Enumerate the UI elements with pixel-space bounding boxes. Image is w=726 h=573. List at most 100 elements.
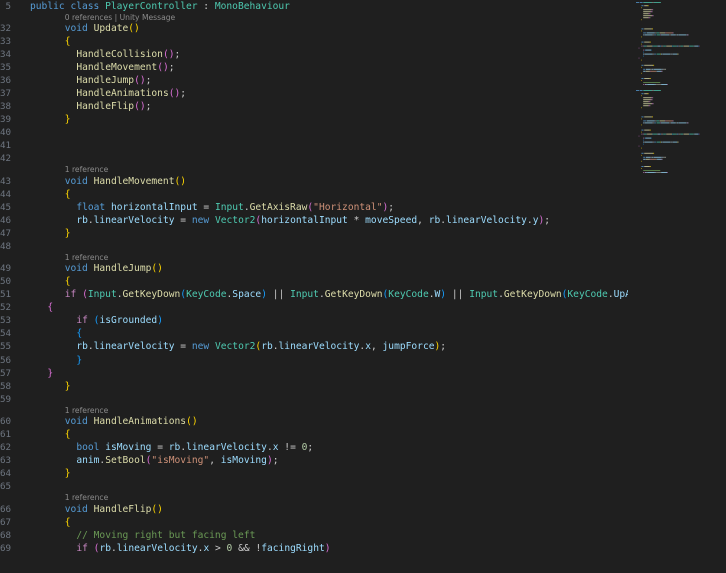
code-line[interactable]: 47} [0, 227, 628, 240]
code-line[interactable]: 37 HandleAnimations(); [0, 87, 628, 100]
code-line[interactable]: 39} [0, 113, 628, 126]
code-line[interactable]: 34 HandleCollision(); [0, 48, 628, 61]
code-line[interactable]: 59 [0, 393, 628, 406]
code-editor[interactable]: 5 public class PlayerController : MonoBeh… [0, 0, 628, 573]
minimap-mark [644, 64, 653, 66]
minimap-mark [643, 17, 649, 19]
code-line[interactable]: 33 { [0, 35, 628, 48]
code-line[interactable]: 52 { [0, 301, 628, 314]
minimap[interactable] [628, 0, 726, 573]
code-line[interactable]: 54 { [0, 327, 628, 340]
code-token: rb [261, 341, 273, 353]
code-lens-references[interactable]: 1 reference [65, 406, 109, 416]
code-line[interactable]: 69 if (rb.linearVelocity.x > 0 && !facing… [0, 542, 628, 555]
code-line[interactable]: 60 void HandleAnimations() [0, 415, 628, 428]
code-token: bool [76, 442, 100, 454]
code-line[interactable]: 35 HandleMovement(); [0, 61, 628, 74]
code-lens-references[interactable]: 1 reference [65, 165, 109, 175]
minimap-mark [644, 116, 652, 118]
minimap-mark [678, 122, 679, 124]
code-line[interactable]: 67 { [0, 516, 628, 529]
code-line[interactable]: 5 public class PlayerController : MonoBeh… [0, 0, 628, 13]
minimap-mark [643, 170, 661, 171]
code-token: } [64, 227, 71, 239]
minimap-mark [667, 172, 668, 173]
code-line[interactable]: 40 [0, 126, 628, 139]
code-lens-references[interactable]: 1 reference [65, 493, 109, 503]
minimap-mark [660, 84, 662, 85]
code-line[interactable]: 45 float horizontalInput = Input.GetAxisR… [0, 201, 628, 214]
code-line[interactable]: 63 anim.SetBool("isMoving", isMoving); [0, 454, 628, 467]
minimap-mark [643, 53, 645, 55]
code-text: // Moving right but facing left [76, 529, 255, 542]
code-line[interactable]: 32 void Update() [0, 22, 628, 35]
code-token: linearVelocity [278, 341, 360, 353]
code-token: } [64, 468, 71, 480]
code-line[interactable]: 38 HandleFlip(); [0, 100, 628, 113]
code-line[interactable]: 57} [0, 367, 628, 380]
minimap-mark [683, 45, 690, 47]
code-line[interactable]: 68 // Moving right but facing left [0, 529, 628, 542]
minimap-mark [646, 45, 648, 47]
code-token: new [191, 341, 210, 353]
minimap-mark [646, 70, 650, 72]
minimap-mark [652, 97, 654, 99]
minimap-mark [652, 133, 654, 135]
minimap-mark [643, 141, 645, 143]
minimap-mark [662, 53, 671, 55]
code-line[interactable]: 65 [0, 480, 628, 493]
code-line[interactable]: 56} [0, 354, 628, 367]
code-line[interactable]: 51 if (Input.GetKeyDown(KeyCode.Space) ||… [0, 288, 628, 301]
minimap-mark [677, 141, 679, 143]
code-line[interactable]: 36 HandleJump(); [0, 74, 628, 87]
minimap-mark [671, 53, 673, 55]
minimap-mark [677, 133, 678, 135]
minimap-mark [653, 90, 661, 91]
code-line[interactable]: 42 [0, 152, 628, 165]
line-number: 63 [0, 455, 12, 467]
code-text: { [76, 327, 82, 340]
minimap-mark [641, 107, 642, 109]
code-token: HandleJump [93, 263, 152, 275]
minimap-mark [698, 45, 700, 47]
code-line[interactable]: 55 rb.linearVelocity = new Vector2(rb.lin… [0, 340, 628, 353]
code-line[interactable]: 61 { [0, 428, 628, 441]
code-line[interactable]: 49 void HandleJump() [0, 262, 628, 275]
code-line[interactable]: 48 [0, 240, 628, 253]
code-line[interactable]: 46 rb.linearVelocity = new Vector2(horizo… [0, 214, 628, 227]
code-token: GetKeyDown [324, 289, 383, 301]
code-line[interactable]: 44 { [0, 188, 628, 201]
minimap-mark [677, 45, 679, 47]
code-line[interactable]: 64} [0, 467, 628, 480]
minimap-mark [638, 145, 640, 147]
code-token: GetAxisRaw [249, 201, 308, 213]
code-text: } [76, 354, 82, 367]
code-lens-references[interactable]: 0 references | Unity Message [65, 13, 176, 23]
code-token: HandleAnimations [93, 416, 187, 428]
code-text: void HandleAnimations() [65, 415, 198, 428]
line-number: 36 [0, 75, 12, 87]
code-token: HandleMovement [76, 62, 158, 74]
minimap-mark [655, 158, 658, 160]
code-token: () [151, 503, 163, 515]
code-token: HandleFlip [93, 503, 152, 515]
minimap-mark [664, 156, 666, 158]
minimap-mark [643, 156, 646, 158]
minimap-mark [643, 34, 645, 36]
code-lens-references[interactable]: 1 reference [65, 253, 109, 263]
minimap-mark [644, 5, 648, 7]
minimap-mark [662, 70, 663, 72]
code-line[interactable]: 53 if (isGrounded) [0, 314, 628, 327]
code-line[interactable]: 41 [0, 139, 628, 152]
code-line[interactable]: 43 void HandleMovement() [0, 175, 628, 188]
minimap-mark [657, 45, 658, 47]
minimap-mark [648, 105, 650, 107]
code-token: ; [174, 49, 181, 61]
code-line[interactable]: 66 void HandleFlip() [0, 503, 628, 516]
code-token: "isMoving" [151, 455, 210, 467]
line-number: 57 [0, 367, 12, 379]
code-line[interactable]: 50 { [0, 275, 628, 288]
code-line[interactable]: 62 bool isMoving = rb.linearVelocity.x !=… [0, 441, 628, 454]
minimap-mark [643, 143, 644, 145]
code-line[interactable]: 58} [0, 380, 628, 393]
